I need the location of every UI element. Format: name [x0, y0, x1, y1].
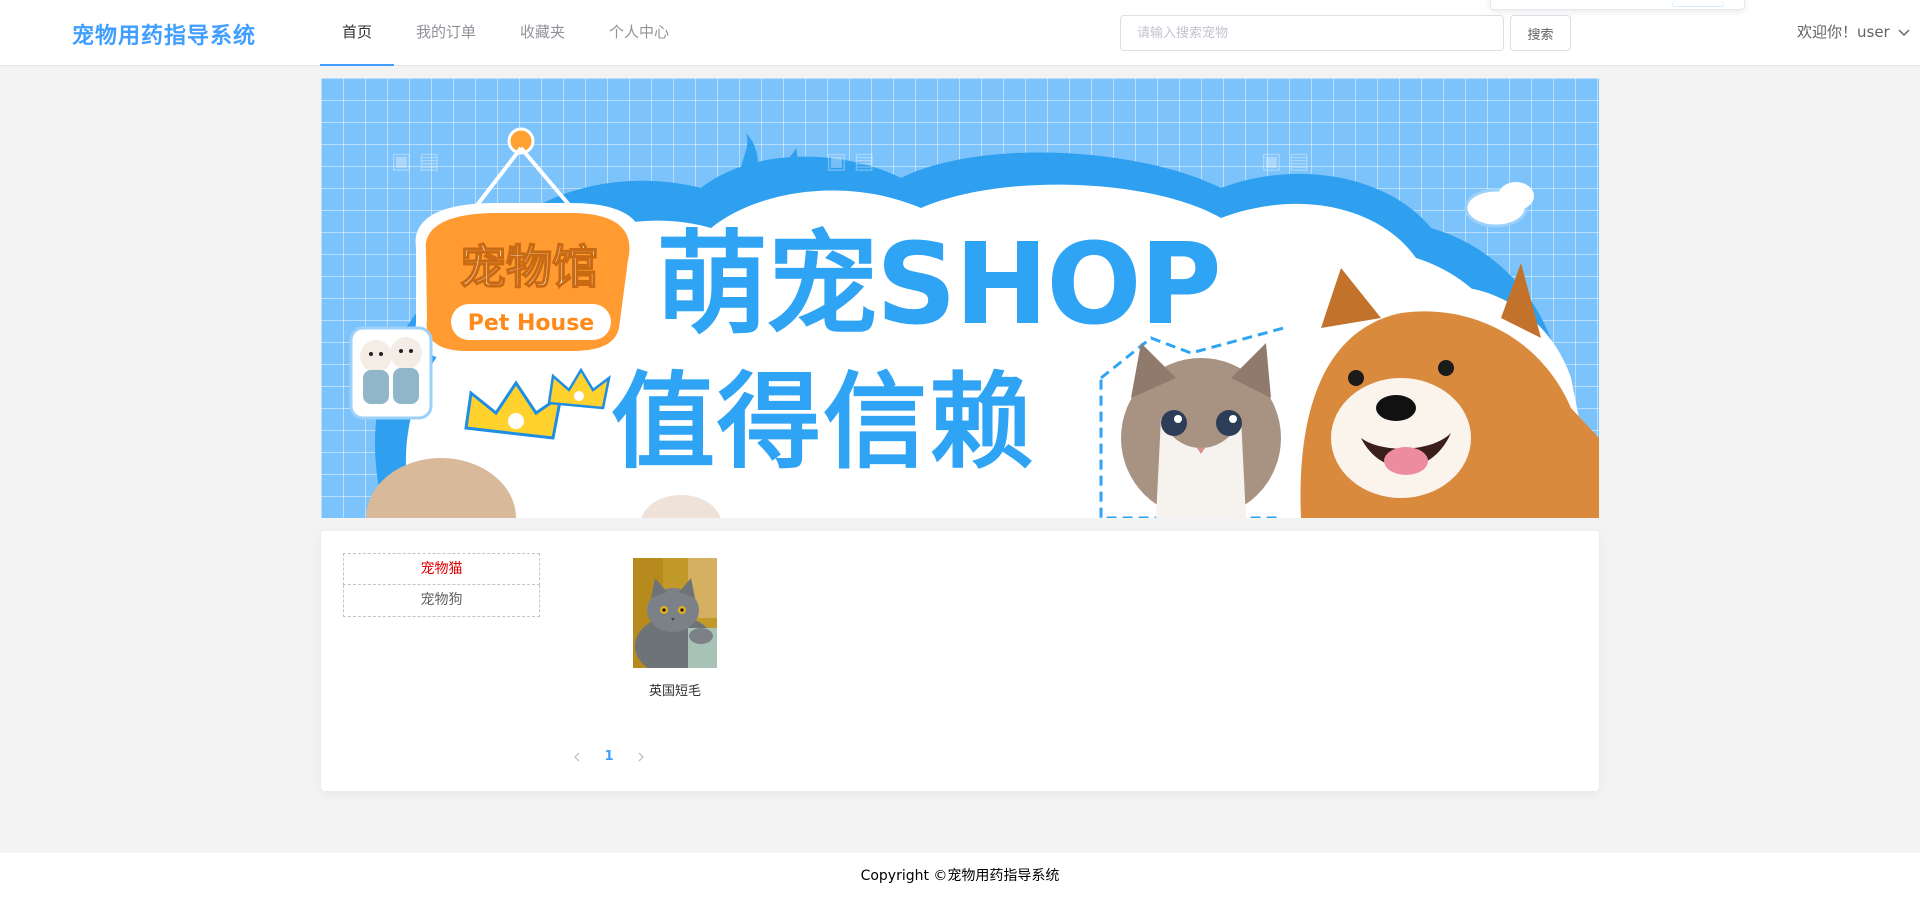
nav-my-orders[interactable]: 我的订单	[394, 0, 498, 66]
search-input[interactable]	[1120, 15, 1504, 51]
category-list: 宠物猫 宠物狗	[343, 553, 540, 617]
pagination: 1	[561, 743, 657, 771]
pet-house-sign: 宠物馆 Pet House	[415, 127, 643, 361]
shiba-dog-photo	[1281, 263, 1599, 518]
category-item-dog[interactable]: 宠物狗	[343, 585, 540, 617]
copyright-text: Copyright ©宠物用药指导系统	[860, 868, 1060, 884]
pet-name: 英国短毛	[648, 684, 701, 699]
footer: Copyright ©宠物用药指导系统	[0, 853, 1920, 919]
small-cloud-icon	[1464, 182, 1534, 228]
content-card: 宠物猫 宠物狗 英国短毛 1	[321, 531, 1599, 791]
page-number[interactable]: 1	[593, 743, 625, 771]
chevron-left-icon	[574, 752, 580, 762]
search-button[interactable]: 搜索	[1510, 15, 1571, 51]
dropdown-popper	[1490, 0, 1745, 10]
nav-home[interactable]: 首页	[320, 0, 395, 66]
main-nav: 首页 我的订单 收藏夹 个人中心	[320, 0, 691, 66]
nav-favorites[interactable]: 收藏夹	[498, 0, 587, 66]
banner-headline-2: 值得信赖	[611, 361, 1035, 483]
nav-personal-center[interactable]: 个人中心	[587, 0, 691, 66]
pet-photo[interactable]	[633, 558, 717, 668]
promo-banner[interactable]: 宠物馆 Pet House 萌宠SHOP 值得信赖 ▣ ▤ ▣ ▤ ▣ ▤	[321, 78, 1599, 518]
svg-text:▣ ▤: ▣ ▤	[826, 149, 875, 174]
svg-text:▣ ▤: ▣ ▤	[391, 149, 440, 174]
next-page-button[interactable]	[625, 743, 657, 771]
top-navbar: 宠物用药指导系统 首页 我的订单 收藏夹 个人中心 搜索 欢迎你！user	[0, 0, 1920, 66]
site-logo[interactable]: 宠物用药指导系统	[72, 18, 256, 50]
banner-headline-1: 萌宠SHOP	[656, 220, 1220, 350]
chevron-down-icon	[1898, 29, 1910, 36]
svg-text:Pet House: Pet House	[468, 311, 594, 336]
user-dropdown[interactable]: 欢迎你！user	[1797, 21, 1912, 42]
banner-illustration: 宠物馆 Pet House 萌宠SHOP 值得信赖 ▣ ▤ ▣ ▤ ▣ ▤	[349, 127, 1599, 518]
puppies-sticker	[349, 326, 433, 420]
prev-page-button[interactable]	[561, 743, 593, 771]
chevron-right-icon	[638, 752, 644, 762]
svg-text:▣ ▤: ▣ ▤	[1261, 149, 1310, 174]
user-greeting: 欢迎你！user	[1797, 23, 1890, 41]
svg-text:宠物馆: 宠物馆	[460, 240, 598, 294]
category-item-cat[interactable]: 宠物猫	[343, 553, 540, 585]
pet-card[interactable]: 英国短毛	[633, 558, 717, 699]
